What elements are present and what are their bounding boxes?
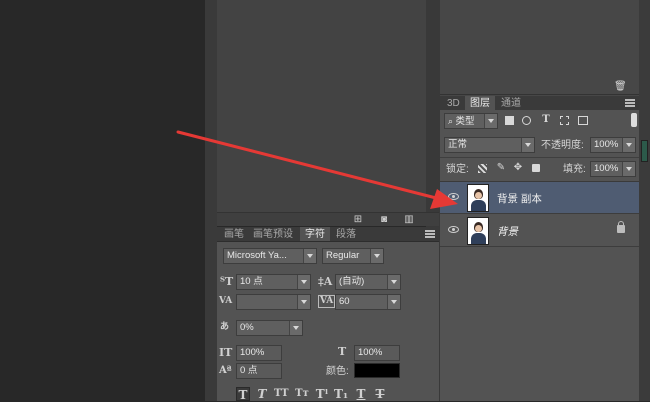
underline-button[interactable]: T [354, 387, 368, 401]
layer-row[interactable]: 背景 副本 [440, 182, 639, 214]
trash-icon[interactable]: ▥ [403, 214, 415, 225]
lock-transparency-icon[interactable] [478, 164, 487, 173]
blend-mode-select[interactable]: 正常 [444, 137, 535, 153]
tracking-icon: VA [318, 295, 336, 308]
tab-channels[interactable]: 通道 [496, 96, 526, 110]
layer-filter-kind-select[interactable]: ⌕ 类型 [444, 113, 498, 129]
leading-value: (自动) [339, 276, 365, 287]
panel-separator [440, 157, 639, 158]
layer-row[interactable]: 背景 [440, 215, 639, 247]
tab-character[interactable]: 字符 [300, 227, 330, 241]
font-size-select[interactable]: 10 点 [236, 274, 311, 290]
font-family-value: Microsoft Ya... [227, 250, 287, 261]
opacity-label: 不透明度: [541, 140, 584, 151]
panel-divider [205, 0, 217, 401]
lock-pixels-icon[interactable]: ✎ [496, 163, 506, 173]
fill-select[interactable]: 100% [590, 161, 636, 177]
document-canvas-area [0, 0, 205, 401]
camera-icon[interactable]: ◙ [378, 214, 390, 225]
pixel-filter-icon[interactable] [505, 116, 514, 125]
layer-name[interactable]: 背景 副本 [497, 191, 542, 206]
search-icon: ⌕ [448, 116, 456, 126]
tsume-icon: あ [220, 322, 230, 332]
horizontal-scale-icon: T [338, 345, 347, 358]
new-item-icon[interactable]: ⊞ [352, 214, 364, 225]
lock-position-icon[interactable]: ✥ [513, 163, 523, 173]
color-label: 颜色: [326, 366, 349, 377]
tsume-value: 0% [240, 322, 254, 333]
kerning-icon: VA [219, 296, 233, 306]
empty-panel-area [217, 0, 439, 212]
font-size-icon: ᵀT [220, 275, 234, 288]
shape-filter-icon[interactable] [560, 116, 569, 125]
font-style-select[interactable]: Regular [322, 248, 384, 264]
leading-icon: ‡A [318, 275, 333, 288]
type-filter-icon[interactable]: T [541, 115, 551, 125]
superscript-button[interactable]: Tˡ [315, 387, 329, 401]
font-size-value: 10 点 [240, 276, 263, 287]
panel-footer: ⊞ ◙ ▥ [217, 212, 439, 226]
adjustment-filter-icon[interactable] [522, 116, 531, 125]
tracking-value: 60 [339, 296, 350, 307]
char-panel-tabbar: 画笔 画笔预设 字符 段落 [217, 227, 439, 242]
layer-name[interactable]: 背景 [497, 224, 518, 239]
visibility-eye-icon[interactable] [448, 226, 459, 233]
layers-panel-tabbar: 3D 图层 通道 [440, 96, 639, 111]
tab-brush[interactable]: 画笔 [219, 227, 249, 241]
baseline-shift-input[interactable]: 0 点 [236, 363, 282, 379]
baseline-shift-icon: Aª [219, 365, 232, 376]
faux-bold-button[interactable]: T [236, 387, 250, 402]
visibility-eye-icon[interactable] [448, 193, 459, 200]
vertical-scale-input[interactable]: 100% [236, 345, 282, 361]
fill-label: 填充: [563, 164, 586, 175]
tab-3d[interactable]: 3D [442, 96, 465, 110]
leading-select[interactable]: (自动) [335, 274, 401, 290]
small-caps-button[interactable]: Tт [295, 387, 309, 401]
layer-thumbnail [467, 184, 489, 212]
font-style-value: Regular [326, 250, 360, 261]
tracking-select[interactable]: 60 [335, 294, 401, 310]
lock-label: 锁定: [446, 164, 469, 175]
smart-object-filter-icon[interactable] [578, 116, 588, 125]
tab-brush-presets[interactable]: 画笔预设 [248, 227, 298, 241]
lock-icon [617, 221, 625, 233]
vertical-scale-icon: IT [219, 346, 233, 359]
horizontal-scale-input[interactable]: 100% [354, 345, 400, 361]
tsume-select[interactable]: 0% [236, 320, 303, 336]
opacity-value: 100% [594, 139, 619, 150]
panel-menu-icon[interactable] [425, 230, 435, 238]
text-color-swatch[interactable] [354, 363, 400, 378]
blend-mode-value: 正常 [448, 139, 468, 150]
filter-toggle-switch[interactable] [631, 113, 637, 127]
filter-kind-value: 类型 [455, 116, 475, 127]
panel-dock-strip [639, 0, 650, 401]
all-caps-button[interactable]: TT [274, 387, 289, 401]
strikethrough-button[interactable]: T [373, 387, 387, 401]
layers-panel [440, 110, 639, 401]
tab-layers[interactable]: 图层 [465, 96, 495, 110]
kerning-select[interactable] [236, 294, 311, 310]
subscript-button[interactable]: T₁ [334, 387, 348, 401]
opacity-select[interactable]: 100% [590, 137, 636, 153]
panel-separator [440, 94, 639, 95]
fill-value: 100% [594, 163, 619, 174]
font-family-select[interactable]: Microsoft Ya... [223, 248, 317, 264]
panel-menu-icon[interactable] [625, 99, 635, 107]
layer-thumbnail [467, 217, 489, 245]
lock-all-icon[interactable] [532, 164, 540, 172]
trash-icon[interactable]: 🗑 [614, 82, 627, 92]
faux-italic-button[interactable]: T [255, 387, 269, 401]
tab-paragraph[interactable]: 段落 [331, 227, 361, 241]
color-swatch-strip[interactable] [641, 140, 648, 162]
